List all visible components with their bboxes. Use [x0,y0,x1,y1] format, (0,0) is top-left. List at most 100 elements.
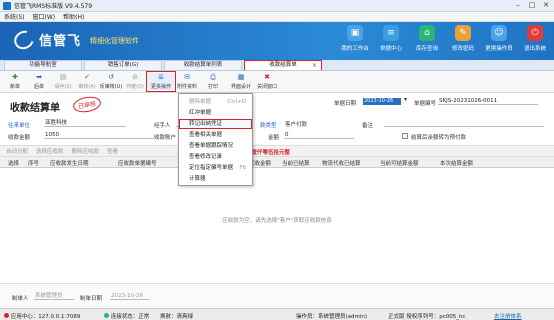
account-label: 收款账户 [154,135,177,141]
toolbar-button-attachment[interactable]: ✉ 附件资料 [176,73,198,90]
tab-1[interactable]: 销售订单(G) [84,60,162,70]
menu-item-6[interactable]: 定位指定编号单据 F6 [179,163,252,173]
toolbar-button-more[interactable]: ⇊ 更多操作 [146,71,176,92]
skin-status[interactable]: 换肤：清爽绿 [160,312,193,320]
tab-3[interactable]: 收款结算单 × [244,60,322,70]
tab-close-icon[interactable]: × [312,61,317,70]
menu-item-3[interactable]: 查看相关单据 [179,130,252,140]
tab-2[interactable]: 收款结算单列表 [164,60,242,70]
menu-item-label: 计算器 [189,176,206,182]
menu-item-label: 转记出纳凭证 [189,121,223,127]
tab-0[interactable]: 功能导航室 [4,60,82,70]
remark-field[interactable] [384,119,544,127]
delete-receivable-button[interactable]: 删除应收款 [72,147,100,155]
toolbar-button-label: 反审核(U) [99,84,123,90]
brand-name: 信管飞 [39,34,82,49]
maximize-button[interactable]: □ [526,1,538,10]
minimize-button[interactable]: – [512,1,524,10]
view-button[interactable]: 查看 [107,147,118,155]
banner-button-warehouse[interactable]: ⌂ 库存查询 [412,25,442,52]
toolbar-button-label: 关闭窗口 [256,84,277,90]
banner-button-user-switch[interactable]: ☺ 更换操作员 [484,25,514,52]
column-header[interactable]: 物流代收已结算 [322,159,361,167]
date-dropdown-icon[interactable]: ▾ [404,96,407,103]
menu-system[interactable]: 系统(S) [4,12,25,21]
tab-bar: 功能导航室 销售订单(G) 收款结算单列表 收款结算单 × [0,60,554,71]
banner-button-document[interactable]: ≡ 单据中心 [376,25,406,52]
toolbar-button-void[interactable]: ⊘ 作废(D) [124,73,146,90]
column-header[interactable]: 应收款单据编号 [118,159,157,167]
lock-icon: ✎ [455,25,471,41]
toolbar-button-save[interactable]: ▤ 保存(S) [52,73,74,90]
banner-button-exit[interactable]: ⏻ 退出系统 [520,25,550,52]
toolbar-button-new[interactable]: ✚ 新单 [4,73,26,90]
menu-item-1[interactable]: 红冲单据 [179,108,252,118]
dealer-field[interactable]: 亚胜科技 [44,119,126,127]
column-header[interactable]: 当前已结算 [282,159,310,167]
menu-item-label: 红冲单据 [189,110,212,116]
more-operations-menu: 删除单据 Ctrl+D 红冲单据转记出纳凭证查看相关单据 查看单据跟踪情况查看修改记录… [178,93,253,186]
select-receivable-button[interactable]: 选择应收款 [36,147,64,155]
connection-icon [104,313,109,318]
toolbar-button-label: 更多操作 [150,84,171,90]
toolbar-button-audit[interactable]: ✔ 审核(A) [76,73,98,90]
title-bar: 信管飞RMS标准版 V9.4.579 – □ ✕ [0,0,554,12]
column-header[interactable]: 当前可结算金额 [380,159,419,167]
amount-label: 收款金额 [8,135,31,141]
toolbar-button-printer[interactable]: ⎙ 打印 [200,73,226,90]
toolbar-button-design[interactable]: ▦ 界面设计 [228,73,254,90]
toolbar-button-label: 保存(S) [54,84,72,90]
menu-item-2[interactable]: 转记出纳凭证 [179,119,252,129]
cust-pay-value[interactable]: 0 [284,131,354,139]
docno-field[interactable]: SKJS-20231026-0011 [438,97,538,105]
connection-status: 连接状态：正常 [104,312,149,320]
void-icon: ⊘ [132,73,138,81]
form-footer: 制单人 系统管理员 制单日期 2023-10-26 [0,283,554,308]
toolbar-button-label: 打印 [207,84,218,90]
close-button[interactable]: ✕ [540,1,552,10]
menu-item-4[interactable]: 查看单据跟踪情况 [179,141,252,151]
toolbar-button-unaudit[interactable]: ↺ 反审核(U) [99,73,123,90]
empty-message: 应收款为空，请先选择"客户"获取应收款信息 [222,218,332,224]
more-icon: ⇊ [158,73,164,81]
status-bar: 应用中心：127.0.0.1:7089 连接状态：正常 换肤：清爽绿 操作员：系… [0,308,554,320]
banner-button-label: 库存查询 [415,46,438,52]
toolbar-button-label: 后单 [33,84,44,90]
settle-checkbox[interactable] [402,133,408,139]
banner-button-monitor[interactable]: ▣ 我的工作台 [340,25,370,52]
menu-window[interactable]: 窗口(W) [33,12,56,21]
window-controls: – □ ✕ [512,1,552,10]
tab-label: 销售订单(G) [107,62,139,68]
menu-item-7[interactable]: 计算器 [179,174,252,184]
toolbar-button-label: 作废(D) [126,84,144,90]
toolbar-button-label: 新单 [9,84,20,90]
menu-item-label: 查看修改记录 [189,154,223,160]
banner-button-label: 修改密码 [451,46,474,52]
maker-field: 系统管理员 [34,292,74,300]
center-status-icon [4,313,9,318]
edition-status: 正式版 授权序列号：pc005_hc [388,314,466,320]
connection-text: 连接状态：正常 [110,314,150,320]
auto-allocate-button[interactable]: 自动分配 [6,147,28,155]
register-link[interactable]: 去注册体系 [494,312,522,320]
menu-help[interactable]: 帮助(H) [63,12,84,21]
menu-item-5[interactable]: 查看修改记录 [179,152,252,162]
column-header[interactable]: 序号 [28,159,39,167]
page-title: 收款结算单 [10,103,60,114]
toolbar-button-next[interactable]: ➡ 后单 [28,73,50,90]
column-header[interactable]: 选择 [8,159,19,167]
date-field[interactable]: 2023-10-26 [363,98,401,105]
menu-item-0[interactable]: 删除单据 Ctrl+D [179,97,252,107]
column-header[interactable]: 本次结算金额 [440,159,473,167]
tab-label: 收款结算单列表 [183,62,223,68]
amount-field[interactable]: 1050 [44,131,154,139]
audited-stamp: 已审核 [71,94,103,115]
menu-item-shortcut: F6 [239,165,246,171]
printer-icon: ⎙ [210,73,216,81]
banner-button-lock[interactable]: ✎ 修改密码 [448,25,478,52]
operator-status: 操作员：系统管理员(admin) [296,314,368,320]
cust-type-label: 款类型 [260,123,277,129]
toolbar-button-close-window[interactable]: ✖ 关闭窗口 [256,73,278,90]
exit-icon: ⏻ [527,25,543,41]
column-header[interactable]: 应收款发生日期 [50,159,89,167]
